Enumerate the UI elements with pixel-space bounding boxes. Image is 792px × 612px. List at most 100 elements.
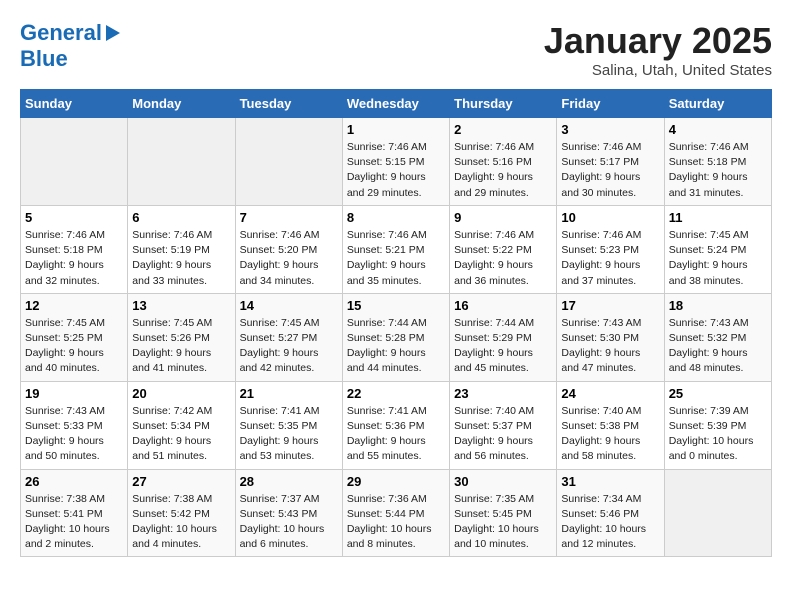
- day-info: Sunrise: 7:43 AM Sunset: 5:32 PM Dayligh…: [669, 316, 767, 377]
- calendar-cell: 3 Sunrise: 7:46 AM Sunset: 5:17 PM Daylig…: [557, 118, 664, 206]
- calendar-cell: 5 Sunrise: 7:46 AM Sunset: 5:18 PM Daylig…: [21, 205, 128, 293]
- calendar-cell: 21Sunrise: 7:41 AM Sunset: 5:35 PM Dayli…: [235, 381, 342, 469]
- weekday-header-row: SundayMondayTuesdayWednesdayThursdayFrid…: [21, 90, 772, 118]
- day-info: Sunrise: 7:41 AM Sunset: 5:35 PM Dayligh…: [240, 404, 338, 465]
- weekday-header: Tuesday: [235, 90, 342, 118]
- day-info: Sunrise: 7:46 AM Sunset: 5:19 PM Dayligh…: [132, 228, 230, 289]
- day-number: 19: [25, 386, 123, 401]
- day-info: Sunrise: 7:44 AM Sunset: 5:29 PM Dayligh…: [454, 316, 552, 377]
- calendar-cell: 19 Sunrise: 7:43 AM Sunset: 5:33 PM Dayli…: [21, 381, 128, 469]
- calendar-table: SundayMondayTuesdayWednesdayThursdayFrid…: [20, 89, 772, 557]
- calendar-cell: 13 Sunrise: 7:45 AM Sunset: 5:26 PM Dayli…: [128, 293, 235, 381]
- calendar-week-row: 1 Sunrise: 7:46 AM Sunset: 5:15 PM Daylig…: [21, 118, 772, 206]
- day-info: Sunrise: 7:45 AM Sunset: 5:24 PM Dayligh…: [669, 228, 767, 289]
- calendar-cell: 1 Sunrise: 7:46 AM Sunset: 5:15 PM Daylig…: [342, 118, 449, 206]
- calendar-cell: 15Sunrise: 7:44 AM Sunset: 5:28 PM Dayli…: [342, 293, 449, 381]
- calendar-cell: 29 Sunrise: 7:36 AM Sunset: 5:44 PM Dayli…: [342, 469, 449, 557]
- calendar-cell: 22Sunrise: 7:41 AM Sunset: 5:36 PM Dayli…: [342, 381, 449, 469]
- day-info: Sunrise: 7:38 AM Sunset: 5:41 PM Dayligh…: [25, 492, 123, 553]
- calendar-cell: 28 Sunrise: 7:37 AM Sunset: 5:43 PM Dayli…: [235, 469, 342, 557]
- day-number: 13: [132, 298, 230, 313]
- weekday-header: Monday: [128, 90, 235, 118]
- day-number: 16: [454, 298, 552, 313]
- calendar-cell: 11 Sunrise: 7:45 AM Sunset: 5:24 PM Dayli…: [664, 205, 771, 293]
- day-info: Sunrise: 7:46 AM Sunset: 5:21 PM Dayligh…: [347, 228, 445, 289]
- day-info: Sunrise: 7:45 AM Sunset: 5:27 PM Dayligh…: [240, 316, 338, 377]
- day-number: 30: [454, 474, 552, 489]
- weekday-header: Wednesday: [342, 90, 449, 118]
- calendar-title: January 2025: [544, 20, 772, 62]
- calendar-cell: 16 Sunrise: 7:44 AM Sunset: 5:29 PM Dayli…: [450, 293, 557, 381]
- calendar-cell: [21, 118, 128, 206]
- calendar-cell: 31 Sunrise: 7:34 AM Sunset: 5:46 PM Dayli…: [557, 469, 664, 557]
- calendar-cell: 26 Sunrise: 7:38 AM Sunset: 5:41 PM Dayli…: [21, 469, 128, 557]
- day-number: 1: [347, 122, 445, 137]
- day-info: Sunrise: 7:36 AM Sunset: 5:44 PM Dayligh…: [347, 492, 445, 553]
- day-number: 11: [669, 210, 767, 225]
- day-info: Sunrise: 7:43 AM Sunset: 5:30 PM Dayligh…: [561, 316, 659, 377]
- day-info: Sunrise: 7:38 AM Sunset: 5:42 PM Dayligh…: [132, 492, 230, 553]
- calendar-cell: 24Sunrise: 7:40 AM Sunset: 5:38 PM Dayli…: [557, 381, 664, 469]
- weekday-header: Sunday: [21, 90, 128, 118]
- day-info: Sunrise: 7:39 AM Sunset: 5:39 PM Dayligh…: [669, 404, 767, 465]
- day-number: 26: [25, 474, 123, 489]
- day-info: Sunrise: 7:46 AM Sunset: 5:17 PM Dayligh…: [561, 140, 659, 201]
- calendar-cell: 30 Sunrise: 7:35 AM Sunset: 5:45 PM Dayli…: [450, 469, 557, 557]
- logo-icon: [102, 23, 122, 43]
- calendar-cell: [235, 118, 342, 206]
- calendar-cell: 7 Sunrise: 7:46 AM Sunset: 5:20 PM Daylig…: [235, 205, 342, 293]
- calendar-cell: [128, 118, 235, 206]
- day-info: Sunrise: 7:37 AM Sunset: 5:43 PM Dayligh…: [240, 492, 338, 553]
- day-number: 28: [240, 474, 338, 489]
- day-number: 18: [669, 298, 767, 313]
- title-block: January 2025 Salina, Utah, United States: [544, 20, 772, 79]
- calendar-cell: 25 Sunrise: 7:39 AM Sunset: 5:39 PM Dayli…: [664, 381, 771, 469]
- day-number: 8: [347, 210, 445, 225]
- calendar-week-row: 19 Sunrise: 7:43 AM Sunset: 5:33 PM Dayli…: [21, 381, 772, 469]
- day-number: 15: [347, 298, 445, 313]
- day-number: 5: [25, 210, 123, 225]
- day-info: Sunrise: 7:46 AM Sunset: 5:20 PM Dayligh…: [240, 228, 338, 289]
- calendar-cell: 8 Sunrise: 7:46 AM Sunset: 5:21 PM Daylig…: [342, 205, 449, 293]
- calendar-cell: 9 Sunrise: 7:46 AM Sunset: 5:22 PM Daylig…: [450, 205, 557, 293]
- day-info: Sunrise: 7:46 AM Sunset: 5:16 PM Dayligh…: [454, 140, 552, 201]
- weekday-header: Friday: [557, 90, 664, 118]
- calendar-cell: 12 Sunrise: 7:45 AM Sunset: 5:25 PM Dayli…: [21, 293, 128, 381]
- day-number: 31: [561, 474, 659, 489]
- day-number: 9: [454, 210, 552, 225]
- calendar-cell: 23Sunrise: 7:40 AM Sunset: 5:37 PM Dayli…: [450, 381, 557, 469]
- weekday-header: Saturday: [664, 90, 771, 118]
- day-info: Sunrise: 7:42 AM Sunset: 5:34 PM Dayligh…: [132, 404, 230, 465]
- day-info: Sunrise: 7:46 AM Sunset: 5:22 PM Dayligh…: [454, 228, 552, 289]
- day-number: 12: [25, 298, 123, 313]
- day-number: 3: [561, 122, 659, 137]
- weekday-header: Thursday: [450, 90, 557, 118]
- calendar-cell: 14 Sunrise: 7:45 AM Sunset: 5:27 PM Dayli…: [235, 293, 342, 381]
- page-header: General Blue January 2025 Salina, Utah, …: [20, 20, 772, 79]
- day-number: 2: [454, 122, 552, 137]
- day-number: 10: [561, 210, 659, 225]
- logo-blue-text: Blue: [20, 46, 68, 72]
- day-number: 20: [132, 386, 230, 401]
- day-number: 22: [347, 386, 445, 401]
- day-info: Sunrise: 7:46 AM Sunset: 5:15 PM Dayligh…: [347, 140, 445, 201]
- calendar-subtitle: Salina, Utah, United States: [544, 62, 772, 79]
- calendar-week-row: 12 Sunrise: 7:45 AM Sunset: 5:25 PM Dayli…: [21, 293, 772, 381]
- day-info: Sunrise: 7:45 AM Sunset: 5:26 PM Dayligh…: [132, 316, 230, 377]
- day-info: Sunrise: 7:46 AM Sunset: 5:18 PM Dayligh…: [25, 228, 123, 289]
- day-info: Sunrise: 7:35 AM Sunset: 5:45 PM Dayligh…: [454, 492, 552, 553]
- day-info: Sunrise: 7:46 AM Sunset: 5:18 PM Dayligh…: [669, 140, 767, 201]
- day-number: 6: [132, 210, 230, 225]
- day-number: 7: [240, 210, 338, 225]
- calendar-week-row: 26 Sunrise: 7:38 AM Sunset: 5:41 PM Dayli…: [21, 469, 772, 557]
- logo: General Blue: [20, 20, 122, 72]
- day-info: Sunrise: 7:45 AM Sunset: 5:25 PM Dayligh…: [25, 316, 123, 377]
- day-number: 17: [561, 298, 659, 313]
- calendar-cell: [664, 469, 771, 557]
- day-number: 25: [669, 386, 767, 401]
- day-number: 29: [347, 474, 445, 489]
- calendar-cell: 6 Sunrise: 7:46 AM Sunset: 5:19 PM Daylig…: [128, 205, 235, 293]
- day-info: Sunrise: 7:34 AM Sunset: 5:46 PM Dayligh…: [561, 492, 659, 553]
- day-info: Sunrise: 7:43 AM Sunset: 5:33 PM Dayligh…: [25, 404, 123, 465]
- day-number: 14: [240, 298, 338, 313]
